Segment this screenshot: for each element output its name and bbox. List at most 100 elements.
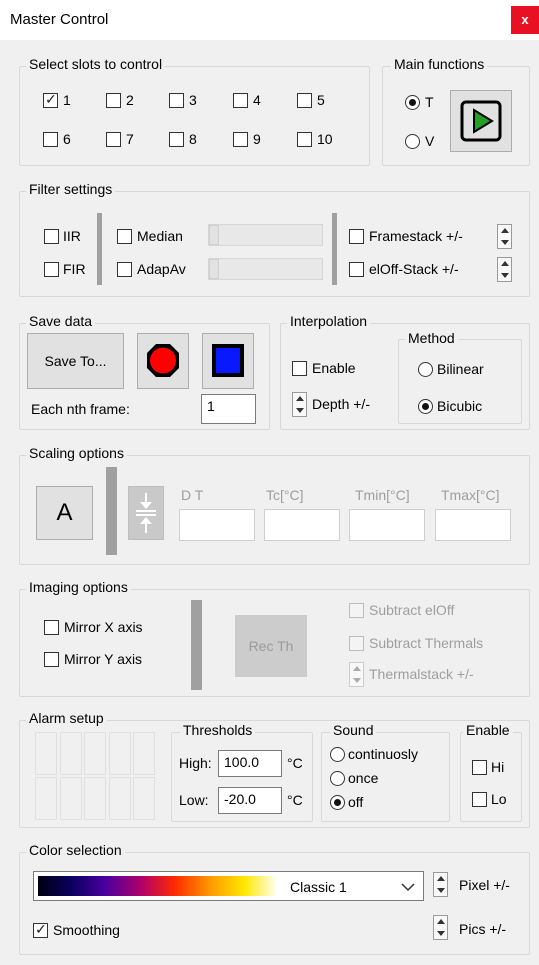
high-label: High: [179,755,212,771]
slot-checkbox[interactable] [169,132,184,147]
slot-label: 5 [317,92,325,108]
alarm-hi-label: Hi [491,759,505,775]
play-button[interactable] [450,90,512,152]
alarm-indicator-cell [59,732,82,775]
adapav-slider-thumb[interactable] [209,259,219,279]
tmin-input[interactable] [349,509,425,541]
alarm-indicator-cell [59,777,82,820]
bilinear-radio[interactable] [418,362,433,377]
eloffstack-checkbox[interactable] [349,262,364,277]
mirror-y-checkbox[interactable] [44,652,59,667]
pixel-label: Pixel +/- [459,877,510,893]
slot-checkbox[interactable] [106,93,121,108]
nth-frame-label: Each nth frame: [31,401,130,417]
adapav-checkbox[interactable] [117,262,132,277]
record-button[interactable] [137,333,189,389]
median-slider[interactable] [208,224,323,246]
thermalstack-spinner[interactable] [349,662,364,687]
median-label: Median [137,228,183,244]
eloffstack-spinner[interactable] [497,257,512,282]
bicubic-label: Bicubic [437,398,483,414]
framestack-spinner[interactable] [497,224,512,249]
filter-separator-2 [332,213,337,285]
iir-label: IIR [63,228,81,244]
palette-dropdown[interactable]: Classic 1 [33,871,424,901]
interpolation-legend: Interpolation [287,313,371,329]
enable-legend: Enable [463,722,513,738]
median-slider-thumb[interactable] [209,225,219,245]
slot-checkbox[interactable] [106,132,121,147]
t-radio[interactable] [405,95,420,110]
slot-checkbox[interactable] [233,93,248,108]
slot-checkbox[interactable] [43,132,58,147]
dt-input[interactable] [179,509,255,541]
depth-spinner[interactable] [292,392,307,417]
auto-scale-button[interactable]: A [36,486,93,540]
sound-once-radio[interactable] [330,771,345,786]
fir-checkbox[interactable] [44,262,59,277]
high-unit: °C [287,755,303,771]
alarm-hi-checkbox[interactable] [472,760,487,775]
record-icon [147,344,179,377]
alarm-indicator-cell [84,732,106,775]
mirror-x-checkbox[interactable] [44,620,59,635]
compress-range-icon [136,493,156,533]
pixel-spinner[interactable] [433,872,448,897]
alarm-indicator-cell [35,777,57,820]
save-to-button[interactable]: Save To... [27,333,124,389]
adapav-slider[interactable] [208,258,323,280]
stop-icon [212,344,244,377]
alarm-lo-checkbox[interactable] [472,792,487,807]
window-title: Master Control [10,11,109,28]
slot-label: 2 [126,92,134,108]
sound-continuosly-label: continuosly [348,746,419,762]
tc-label: Tc[°C] [266,487,304,503]
depth-label: Depth +/- [312,396,370,412]
thresholds-legend: Thresholds [180,722,256,738]
iir-checkbox[interactable] [44,229,59,244]
high-threshold-input[interactable]: 100.0 [218,750,282,777]
slot-checkbox[interactable] [297,93,312,108]
nth-frame-input[interactable]: 1 [201,394,256,424]
low-threshold-input[interactable]: -20.0 [218,787,282,814]
color-group [19,852,530,955]
slot-label: 7 [126,131,134,147]
framestack-checkbox[interactable] [349,229,364,244]
interpolation-enable-checkbox[interactable] [292,361,307,376]
v-radio-label: V [425,133,435,149]
sound-continuosly-radio[interactable] [330,747,345,762]
thermalstack-label: Thermalstack +/- [369,666,474,682]
tmax-input[interactable] [435,509,511,541]
rec-th-button[interactable]: Rec Th [235,615,307,677]
subtract-thermals-checkbox[interactable] [349,636,364,651]
chevron-down-icon [401,883,415,892]
stop-button[interactable] [202,333,254,389]
alarm-indicator-cell [108,777,131,820]
pics-spinner[interactable] [433,915,448,940]
median-checkbox[interactable] [117,229,132,244]
close-button[interactable]: x [511,6,539,34]
play-icon [460,100,502,142]
filter-legend: Filter settings [26,181,116,197]
sound-off-radio[interactable] [330,795,345,810]
slot-label: 1 [63,92,71,108]
slot-checkbox[interactable] [297,132,312,147]
slot-label: 8 [189,131,197,147]
v-radio[interactable] [405,134,420,149]
slot-checkbox[interactable] [43,91,58,108]
tc-input[interactable] [264,509,340,541]
range-adjust-button[interactable] [128,486,164,540]
mirror-x-label: Mirror X axis [64,619,143,635]
interpolation-enable-label: Enable [312,360,356,376]
slot-label: 6 [63,131,71,147]
slot-label: 3 [189,92,197,108]
bicubic-radio[interactable] [418,399,433,414]
slot-checkbox[interactable] [233,132,248,147]
subtract-eloff-checkbox[interactable] [349,603,364,618]
slot-checkbox[interactable] [169,93,184,108]
smoothing-checkbox[interactable] [33,921,48,938]
alarm-legend: Alarm setup [26,710,107,726]
dt-label: D T [181,487,204,503]
imaging-separator [191,600,202,690]
scaling-separator [106,467,117,555]
